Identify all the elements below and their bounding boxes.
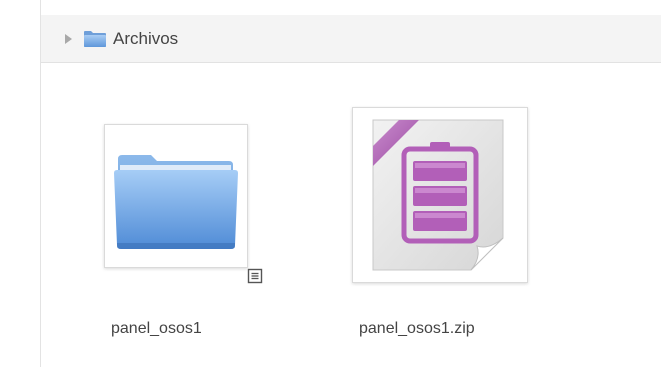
folder-icon [114,155,238,249]
file-name[interactable]: panel_osos1.zip [359,320,475,338]
file-item-archive[interactable]: panel_osos1.zip [352,107,532,354]
breadcrumb-folder-label[interactable]: Archivos [113,29,178,49]
triangle-right-icon[interactable] [65,33,72,44]
folder-thumbnail[interactable] [104,124,248,268]
folder-icon [83,30,107,48]
breadcrumb: Archivos [41,15,661,63]
file-name[interactable]: panel_osos1 [111,320,202,338]
zip-archive-icon [372,119,504,271]
file-item-folder[interactable]: panel_osos1 [104,124,263,354]
archive-thumbnail[interactable] [352,107,528,283]
info-icon[interactable] [247,268,263,284]
